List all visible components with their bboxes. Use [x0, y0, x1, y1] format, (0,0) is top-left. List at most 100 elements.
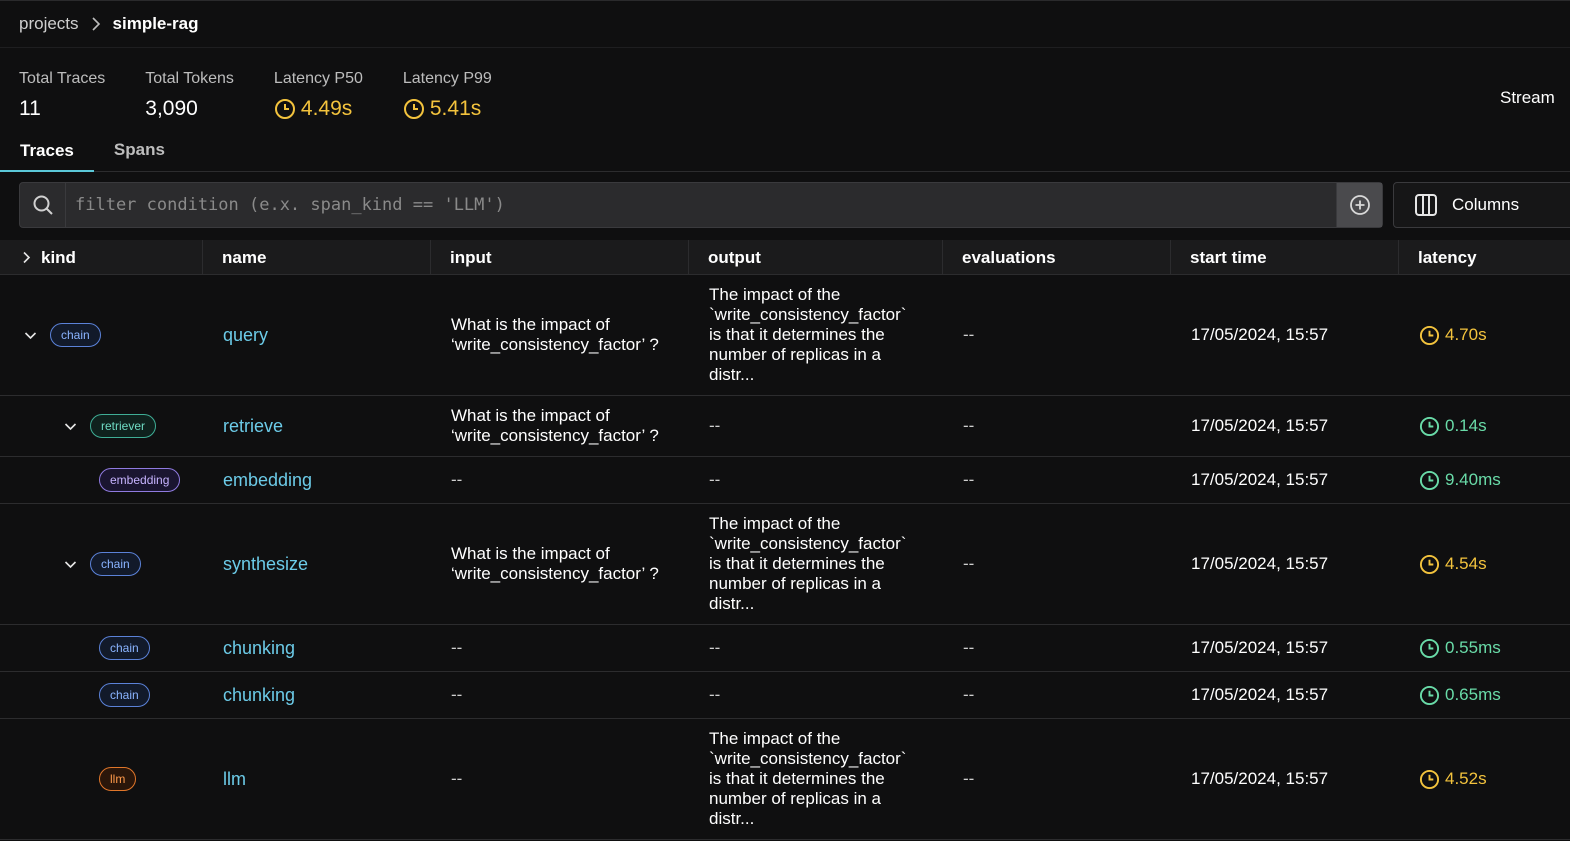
table-row[interactable]: chain chunking -- -- -- 17/05/2024, 15:5…: [0, 672, 1570, 719]
latency-text: 4.70s: [1445, 325, 1487, 344]
stat-value: 5.41s: [403, 98, 492, 120]
start-time-cell: 17/05/2024, 15:57: [1191, 769, 1329, 788]
clock-icon: [403, 99, 424, 119]
stat-label: Total Tokens: [145, 70, 234, 87]
header-evaluations[interactable]: evaluations: [943, 240, 1171, 275]
header-label: kind: [41, 247, 76, 267]
start-time-cell: 17/05/2024, 15:57: [1191, 325, 1329, 344]
add-condition-button[interactable]: [1336, 183, 1382, 227]
name-cell: llm: [203, 719, 431, 839]
output-cell: --: [709, 685, 721, 704]
stat-latency-p99: Latency P99 5.41s: [403, 70, 492, 130]
start-time-cell: 17/05/2024, 15:57: [1191, 470, 1329, 489]
evaluations-cell: --: [963, 685, 975, 704]
span-name-link[interactable]: chunking: [223, 685, 295, 705]
header-output[interactable]: output: [689, 240, 943, 275]
input-cell: --: [451, 638, 463, 657]
latency-text: 0.55ms: [1445, 638, 1501, 657]
clock-icon: [1419, 638, 1440, 658]
latency-cell: 9.40ms: [1399, 457, 1570, 503]
tab-traces[interactable]: Traces: [0, 130, 94, 172]
span-name-link[interactable]: retrieve: [223, 416, 283, 436]
chevron-right-icon: [91, 17, 101, 31]
chevron-down-icon[interactable]: [60, 422, 80, 431]
name-cell: synthesize: [203, 504, 431, 624]
header-start-time[interactable]: start time: [1171, 240, 1399, 275]
breadcrumb-projects-link[interactable]: projects: [19, 14, 79, 34]
evaluations-cell: --: [963, 325, 975, 344]
chevron-down-icon[interactable]: [60, 560, 80, 569]
latency-cell: 4.52s: [1399, 719, 1570, 839]
stats-bar: Total Traces 11 Total Tokens 3,090 Laten…: [0, 48, 1570, 130]
input-cell: What is the impact of ‘write_consistency…: [451, 315, 659, 354]
stat-label: Latency P99: [402, 70, 492, 87]
span-name-link[interactable]: synthesize: [223, 554, 308, 574]
stat-value: 4.49s: [274, 98, 363, 120]
input-cell: What is the impact of ‘write_consistency…: [451, 406, 659, 445]
input-cell: --: [451, 685, 463, 704]
table-row[interactable]: llm llm -- The impact of the `write_cons…: [0, 719, 1570, 840]
stat-value-text: 4.49s: [300, 97, 353, 120]
name-cell: query: [203, 275, 431, 395]
latency-value: 4.52s: [1419, 769, 1487, 790]
latency-value: 4.54s: [1419, 554, 1487, 575]
stat-value-text: 11: [19, 97, 41, 120]
breadcrumb-current-project: simple-rag: [112, 14, 199, 33]
latency-cell: 0.14s: [1399, 396, 1570, 456]
header-input[interactable]: input: [431, 240, 689, 275]
clock-icon: [1419, 470, 1440, 490]
chevron-right-icon[interactable]: [22, 251, 31, 264]
stat-total-traces: Total Traces 11: [19, 70, 105, 130]
plus-circle-icon: [1349, 195, 1370, 215]
latency-cell: 0.55ms: [1399, 625, 1570, 671]
span-name-link[interactable]: embedding: [223, 470, 312, 490]
input-cell: What is the impact of ‘write_consistency…: [451, 544, 659, 583]
kind-badge: chain: [50, 323, 101, 347]
stream-toggle-label[interactable]: Stream: [1500, 88, 1570, 108]
output-cell: --: [709, 638, 721, 657]
header-latency[interactable]: latency: [1399, 240, 1570, 275]
header-kind[interactable]: kind: [0, 240, 203, 275]
start-time-cell: 17/05/2024, 15:57: [1191, 685, 1329, 704]
table-row[interactable]: chain synthesize What is the impact of ‘…: [0, 504, 1570, 625]
table-row[interactable]: retriever retrieve What is the impact of…: [0, 396, 1570, 457]
clock-icon: [1419, 416, 1440, 436]
stat-total-tokens: Total Tokens 3,090: [145, 70, 234, 130]
header-name[interactable]: name: [203, 240, 431, 275]
output-cell: The impact of the `write_consistency_fac…: [709, 285, 907, 384]
kind-badge: llm: [99, 767, 137, 791]
app-root: projects simple-rag Total Traces 11 Tota…: [0, 0, 1570, 841]
kind-cell: llm: [0, 719, 203, 839]
kind-cell: retriever: [0, 396, 203, 456]
table-row[interactable]: embedding embedding -- -- -- 17/05/2024,…: [0, 457, 1570, 504]
chevron-down-icon[interactable]: [20, 331, 40, 340]
span-name-link[interactable]: llm: [223, 769, 246, 789]
latency-text: 4.52s: [1445, 769, 1487, 788]
filter-condition-input[interactable]: [66, 183, 1336, 227]
clock-icon: [1419, 325, 1440, 345]
clock-icon: [1419, 685, 1440, 705]
table-row[interactable]: chain query What is the impact of ‘write…: [0, 275, 1570, 396]
table-header: kind name input output evaluations start…: [0, 240, 1570, 275]
span-name-link[interactable]: query: [223, 325, 268, 345]
latency-value: 4.70s: [1419, 325, 1487, 346]
output-cell: --: [709, 416, 721, 435]
name-cell: embedding: [203, 457, 431, 503]
evaluations-cell: --: [963, 416, 975, 435]
latency-text: 9.40ms: [1445, 470, 1501, 489]
kind-cell: embedding: [0, 457, 203, 503]
output-cell: The impact of the `write_consistency_fac…: [709, 514, 907, 613]
table-row[interactable]: chain chunking -- -- -- 17/05/2024, 15:5…: [0, 625, 1570, 672]
kind-badge: chain: [99, 636, 150, 660]
kind-badge: retriever: [90, 414, 157, 438]
stat-value: 11: [19, 98, 105, 120]
output-cell: The impact of the `write_consistency_fac…: [709, 729, 907, 828]
latency-value: 0.65ms: [1419, 685, 1501, 706]
columns-button[interactable]: Columns: [1393, 182, 1570, 228]
stat-latency-p50: Latency P50 4.49s: [274, 70, 363, 130]
tab-spans[interactable]: Spans: [94, 130, 185, 170]
evaluations-cell: --: [963, 470, 975, 489]
kind-cell: chain: [0, 625, 203, 671]
span-name-link[interactable]: chunking: [223, 638, 295, 658]
name-cell: retrieve: [203, 396, 431, 456]
